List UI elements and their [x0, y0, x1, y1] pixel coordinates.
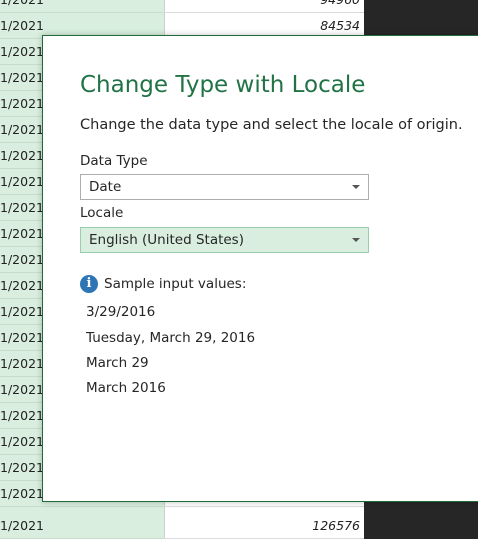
sample-values-label: Sample input values:: [104, 276, 247, 292]
locale-dropdown[interactable]: English (United States): [80, 227, 369, 253]
date-cell[interactable]: 1/2021: [0, 0, 164, 13]
chevron-down-icon: [352, 185, 360, 189]
dialog-title: Change Type with Locale: [80, 72, 366, 98]
data-type-selected-value: Date: [89, 179, 122, 195]
sample-value: Tuesday, March 29, 2016: [86, 330, 256, 346]
table-row: 1/202194960: [0, 0, 364, 13]
info-icon: i: [80, 275, 98, 293]
chevron-down-icon: [352, 238, 360, 242]
value-cell[interactable]: 94960: [164, 0, 360, 13]
dialog-description: Change the data type and select the loca…: [80, 117, 463, 133]
data-type-label: Data Type: [80, 153, 148, 169]
stage: 1/2021949601/2021845341/20211/20211/2021…: [0, 0, 478, 539]
table-row: 1/2021 126576: [0, 513, 364, 539]
sample-value: March 29: [86, 355, 149, 371]
date-cell[interactable]: 1/2021: [0, 513, 164, 539]
change-type-with-locale-dialog: Change Type with Locale Change the data …: [42, 35, 478, 502]
sample-value: March 2016: [86, 380, 166, 396]
data-type-dropdown[interactable]: Date: [80, 174, 369, 200]
sample-value: 3/29/2016: [86, 304, 156, 320]
locale-label: Locale: [80, 205, 124, 221]
locale-selected-value: English (United States): [89, 232, 244, 248]
value-cell[interactable]: 126576: [164, 513, 360, 539]
